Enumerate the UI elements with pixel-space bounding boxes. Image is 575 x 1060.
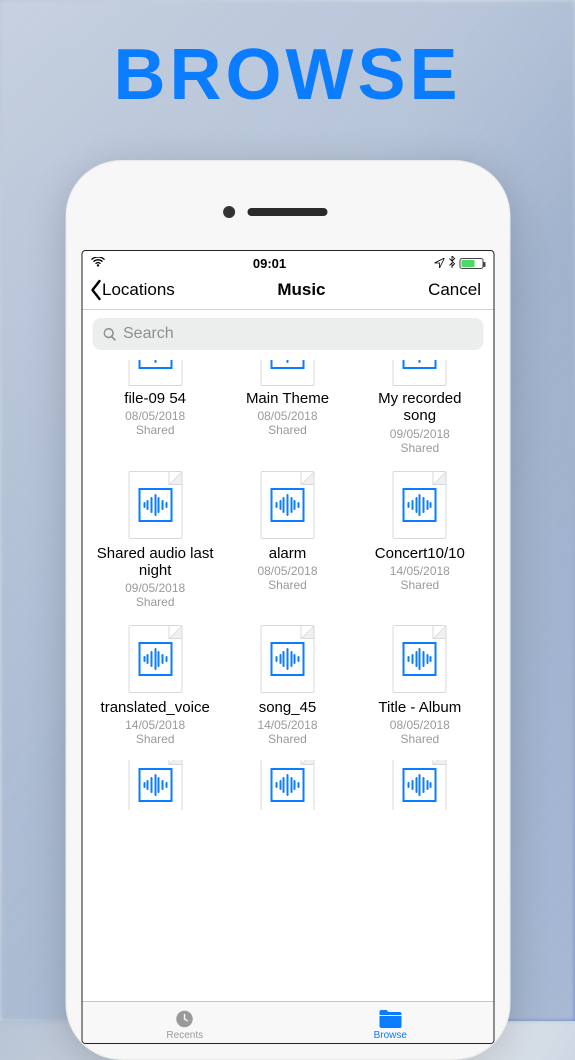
phone-camera xyxy=(223,206,235,218)
file-status: Shared xyxy=(268,578,307,592)
file-date: 08/05/2018 xyxy=(257,409,317,423)
search-input[interactable]: Search xyxy=(92,318,483,350)
wifi-icon xyxy=(90,256,105,271)
file-item[interactable]: song_45 14/05/2018Shared xyxy=(222,619,352,750)
audio-file-icon xyxy=(124,469,186,541)
file-name: Main Theme xyxy=(246,390,329,407)
file-date: 08/05/2018 xyxy=(125,409,185,423)
file-item[interactable] xyxy=(222,756,352,818)
audio-file-icon xyxy=(124,623,186,695)
file-status: Shared xyxy=(268,732,307,746)
file-date: 08/05/2018 xyxy=(257,564,317,578)
tab-browse[interactable]: Browse xyxy=(288,1002,494,1043)
audio-file-icon xyxy=(389,360,451,386)
file-item[interactable]: alarm 08/05/2018Shared xyxy=(222,465,352,614)
search-icon xyxy=(102,327,117,342)
tab-recents[interactable]: Recents xyxy=(82,1002,288,1043)
file-item[interactable]: My recorded song 09/05/2018Shared xyxy=(355,356,485,459)
audio-file-icon xyxy=(256,623,318,695)
file-name: file-09 54 xyxy=(124,390,186,407)
file-item[interactable]: translated_voice 14/05/2018Shared xyxy=(90,619,220,750)
file-status: Shared xyxy=(268,423,307,437)
app-screen: 09:01 Locations Music Cancel Search xyxy=(81,250,494,1044)
tab-browse-label: Browse xyxy=(374,1030,407,1041)
page-title: Music xyxy=(277,280,325,300)
promo-title: BROWSE xyxy=(0,34,575,116)
location-arrow-icon xyxy=(434,256,444,271)
status-time: 09:01 xyxy=(253,256,286,271)
nav-bar: Locations Music Cancel xyxy=(82,273,493,310)
file-status: Shared xyxy=(400,441,439,455)
folder-icon xyxy=(377,1008,403,1030)
file-name: alarm xyxy=(269,545,307,562)
file-item[interactable]: Shared audio last night09/05/2018Shared xyxy=(90,465,220,614)
file-name: Shared audio last night xyxy=(95,545,215,580)
search-placeholder: Search xyxy=(123,325,174,343)
file-status: Shared xyxy=(136,732,175,746)
file-item[interactable] xyxy=(355,756,485,818)
back-label: Locations xyxy=(102,280,175,300)
file-date: 08/05/2018 xyxy=(390,718,450,732)
file-status: Shared xyxy=(136,595,175,609)
cancel-button[interactable]: Cancel xyxy=(428,280,481,300)
file-name: translated_voice xyxy=(101,699,210,716)
file-item[interactable] xyxy=(90,756,220,818)
file-date: 09/05/2018 xyxy=(125,581,185,595)
chevron-left-icon xyxy=(88,279,102,301)
file-item[interactable]: Title - Album 08/05/2018Shared xyxy=(355,619,485,750)
file-item[interactable]: Main Theme 08/05/2018Shared xyxy=(222,356,352,459)
bluetooth-icon xyxy=(448,256,455,271)
back-button[interactable]: Locations xyxy=(88,279,175,301)
file-item[interactable]: file-09 54 08/05/2018Shared xyxy=(90,356,220,459)
status-bar: 09:01 xyxy=(82,251,493,273)
file-date: 14/05/2018 xyxy=(125,718,185,732)
file-date: 14/05/2018 xyxy=(390,564,450,578)
audio-file-icon xyxy=(389,760,451,810)
file-grid-container[interactable]: file-09 5408/05/2018SharedMain Theme08/0… xyxy=(82,356,493,1001)
audio-file-icon xyxy=(256,360,318,386)
phone-speaker xyxy=(248,208,328,216)
tab-recents-label: Recents xyxy=(166,1030,203,1041)
file-name: Title - Album xyxy=(378,699,461,716)
phone-frame: 09:01 Locations Music Cancel Search xyxy=(65,160,510,1060)
file-name: Concert10/10 xyxy=(375,545,465,562)
file-date: 09/05/2018 xyxy=(390,427,450,441)
file-item[interactable]: Concert10/10 14/05/2018Shared xyxy=(355,465,485,614)
audio-file-icon xyxy=(124,760,186,810)
file-name: song_45 xyxy=(259,699,317,716)
audio-file-icon xyxy=(256,469,318,541)
clock-icon xyxy=(173,1008,197,1030)
audio-file-icon xyxy=(124,360,186,386)
battery-icon xyxy=(459,258,483,269)
file-name: My recorded song xyxy=(360,390,480,425)
bottom-tab-bar: Recents Browse xyxy=(82,1001,493,1043)
audio-file-icon xyxy=(256,760,318,810)
file-status: Shared xyxy=(400,732,439,746)
file-date: 14/05/2018 xyxy=(257,718,317,732)
audio-file-icon xyxy=(389,623,451,695)
audio-file-icon xyxy=(389,469,451,541)
file-status: Shared xyxy=(136,423,175,437)
file-status: Shared xyxy=(400,578,439,592)
